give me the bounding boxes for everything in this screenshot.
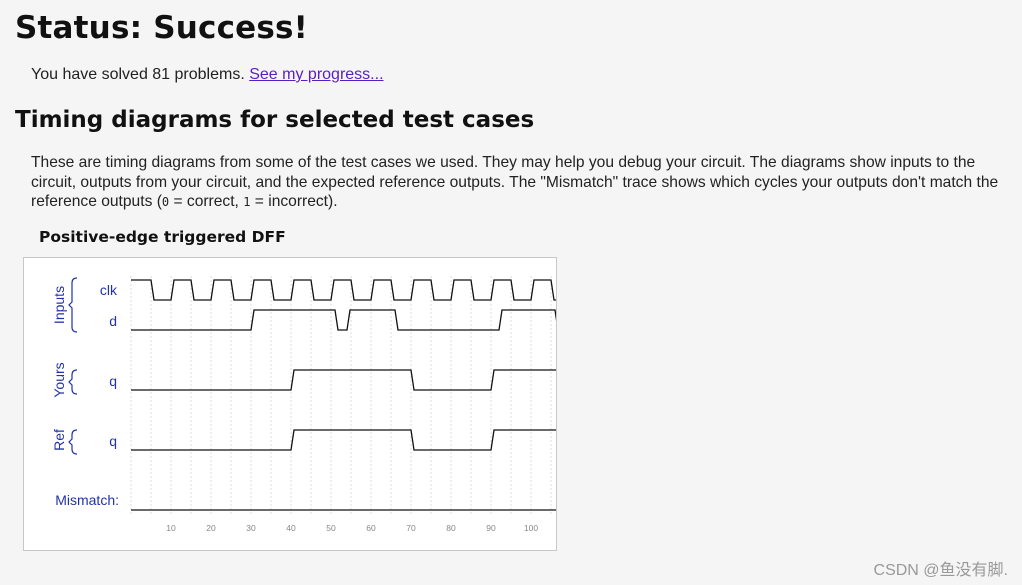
- clk-label: clk: [100, 282, 118, 298]
- time-tick-label: 10: [166, 523, 176, 533]
- time-tick-label: 90: [486, 523, 496, 533]
- time-tick-label: 70: [406, 523, 416, 533]
- time-tick-label: 60: [366, 523, 376, 533]
- time-tick-label: 30: [246, 523, 256, 533]
- time-tick-label: 40: [286, 523, 296, 533]
- time-tick-label: 100: [524, 523, 538, 533]
- section-title: Timing diagrams for selected test cases: [15, 107, 535, 133]
- status-title: Status: Success!: [15, 10, 309, 46]
- ref-bracket: [68, 429, 78, 455]
- yours-group-label: Yours: [51, 362, 67, 397]
- d-waveform: [131, 309, 556, 331]
- see-progress-link[interactable]: See my progress...: [249, 66, 383, 83]
- desc-text-2: = correct,: [169, 193, 244, 210]
- ref-q-label: q: [109, 433, 117, 449]
- time-tick-label: 80: [446, 523, 456, 533]
- solved-summary: You have solved 81 problems. See my prog…: [31, 66, 384, 84]
- diagram-title: Positive-edge triggered DFF: [39, 228, 286, 246]
- time-tick-label: 50: [326, 523, 336, 533]
- desc-text-3: = incorrect).: [250, 193, 338, 210]
- clk-waveform: [131, 279, 556, 301]
- timing-diagram: 10 20 30 40 50 60 70 80 90 100 clk d q q Mismatch: Inpu…: [23, 257, 557, 551]
- time-tick-label: 20: [206, 523, 216, 533]
- ref-group-label: Ref: [51, 429, 67, 451]
- inputs-group-label: Inputs: [51, 286, 67, 324]
- watermark: CSDN @鱼没有脚.: [873, 562, 1008, 579]
- ref-q-waveform: [131, 429, 556, 451]
- section-description: These are timing diagrams from some of t…: [31, 153, 1021, 213]
- yours-bracket: [68, 369, 78, 395]
- solved-count-text: You have solved 81 problems.: [31, 66, 245, 83]
- mismatch-label: Mismatch:: [55, 492, 119, 508]
- d-label: d: [109, 313, 117, 329]
- inputs-bracket: [68, 277, 78, 333]
- yours-q-label: q: [109, 373, 117, 389]
- yours-q-waveform: [131, 369, 556, 391]
- waveform-canvas: 10 20 30 40 50 60 70 80 90 100 clk d q q Mismatch: Inpu…: [51, 276, 556, 533]
